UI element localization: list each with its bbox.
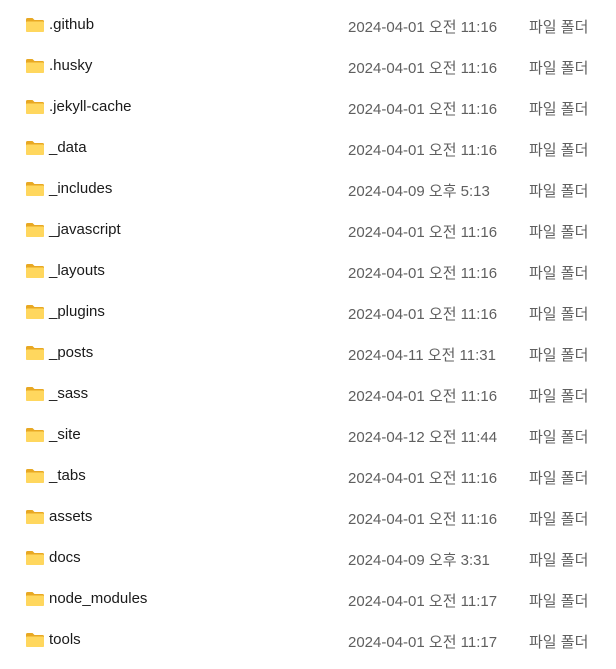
file-name[interactable]: .jekyll-cache — [49, 98, 132, 115]
file-row-0[interactable]: .github 2024-04-01 오전 11:16 파일 폴더 — [0, 5, 616, 46]
folder-icon — [25, 99, 45, 115]
file-type: 파일 폴더 — [529, 19, 589, 36]
date-modified: 2024-04-01 오전 11:16 — [348, 60, 498, 77]
folder-icon — [25, 263, 45, 279]
date-modified: 2024-04-01 오전 11:16 — [348, 265, 498, 282]
file-type: 파일 폴더 — [529, 347, 589, 364]
folder-icon — [25, 468, 45, 484]
date-modified: 2024-04-09 오후 3:31 — [348, 552, 490, 569]
file-type: 파일 폴더 — [529, 634, 589, 651]
file-row-13[interactable]: docs 2024-04-09 오후 3:31 파일 폴더 — [0, 538, 616, 579]
file-type: 파일 폴더 — [529, 552, 589, 569]
file-row-4[interactable]: _includes 2024-04-09 오후 5:13 파일 폴더 — [0, 169, 616, 210]
file-list: .github 2024-04-01 오전 11:16 파일 폴더 .husky… — [0, 5, 616, 661]
folder-icon — [25, 58, 45, 74]
file-name[interactable]: .github — [49, 16, 94, 33]
file-type: 파일 폴더 — [529, 511, 589, 528]
file-name[interactable]: _includes — [49, 180, 112, 197]
file-type: 파일 폴더 — [529, 593, 589, 610]
file-name[interactable]: node_modules — [49, 590, 147, 607]
file-row-11[interactable]: _tabs 2024-04-01 오전 11:16 파일 폴더 — [0, 456, 616, 497]
file-row-3[interactable]: _data 2024-04-01 오전 11:16 파일 폴더 — [0, 128, 616, 169]
date-modified: 2024-04-01 오전 11:17 — [348, 593, 498, 610]
file-type: 파일 폴더 — [529, 388, 589, 405]
folder-icon — [25, 550, 45, 566]
file-type: 파일 폴더 — [529, 470, 589, 487]
file-name[interactable]: docs — [49, 549, 81, 566]
file-type: 파일 폴더 — [529, 224, 589, 241]
date-modified: 2024-04-01 오전 11:17 — [348, 634, 498, 651]
date-modified: 2024-04-01 오전 11:16 — [348, 470, 498, 487]
file-name[interactable]: .husky — [49, 57, 92, 74]
file-row-2[interactable]: .jekyll-cache 2024-04-01 오전 11:16 파일 폴더 — [0, 87, 616, 128]
folder-icon — [25, 591, 45, 607]
folder-icon — [25, 181, 45, 197]
file-type: 파일 폴더 — [529, 101, 589, 118]
folder-icon — [25, 427, 45, 443]
file-name[interactable]: tools — [49, 631, 81, 648]
file-name[interactable]: assets — [49, 508, 92, 525]
folder-icon — [25, 632, 45, 648]
folder-icon — [25, 345, 45, 361]
file-type: 파일 폴더 — [529, 60, 589, 77]
folder-icon — [25, 17, 45, 33]
file-name[interactable]: _site — [49, 426, 81, 443]
file-row-14[interactable]: node_modules 2024-04-01 오전 11:17 파일 폴더 — [0, 579, 616, 620]
date-modified: 2024-04-01 오전 11:16 — [348, 511, 498, 528]
folder-icon — [25, 222, 45, 238]
date-modified: 2024-04-12 오전 11:44 — [348, 429, 498, 446]
file-row-12[interactable]: assets 2024-04-01 오전 11:16 파일 폴더 — [0, 497, 616, 538]
file-name[interactable]: _layouts — [49, 262, 105, 279]
file-name[interactable]: _sass — [49, 385, 88, 402]
file-row-15[interactable]: tools 2024-04-01 오전 11:17 파일 폴더 — [0, 620, 616, 661]
file-name[interactable]: _data — [49, 139, 87, 156]
file-type: 파일 폴더 — [529, 142, 589, 159]
date-modified: 2024-04-01 오전 11:16 — [348, 388, 498, 405]
file-type: 파일 폴더 — [529, 306, 589, 323]
file-name[interactable]: _javascript — [49, 221, 121, 238]
file-row-8[interactable]: _posts 2024-04-11 오전 11:31 파일 폴더 — [0, 333, 616, 374]
file-name[interactable]: _posts — [49, 344, 93, 361]
date-modified: 2024-04-01 오전 11:16 — [348, 224, 498, 241]
date-modified: 2024-04-01 오전 11:16 — [348, 142, 498, 159]
file-name[interactable]: _tabs — [49, 467, 86, 484]
file-row-10[interactable]: _site 2024-04-12 오전 11:44 파일 폴더 — [0, 415, 616, 456]
file-type: 파일 폴더 — [529, 429, 589, 446]
file-row-6[interactable]: _layouts 2024-04-01 오전 11:16 파일 폴더 — [0, 251, 616, 292]
folder-icon — [25, 386, 45, 402]
date-modified: 2024-04-01 오전 11:16 — [348, 306, 498, 323]
file-name[interactable]: _plugins — [49, 303, 105, 320]
file-type: 파일 폴더 — [529, 183, 589, 200]
date-modified: 2024-04-01 오전 11:16 — [348, 19, 498, 36]
file-row-9[interactable]: _sass 2024-04-01 오전 11:16 파일 폴더 — [0, 374, 616, 415]
date-modified: 2024-04-11 오전 11:31 — [348, 347, 496, 364]
file-row-1[interactable]: .husky 2024-04-01 오전 11:16 파일 폴더 — [0, 46, 616, 87]
folder-icon — [25, 140, 45, 156]
file-row-5[interactable]: _javascript 2024-04-01 오전 11:16 파일 폴더 — [0, 210, 616, 251]
file-type: 파일 폴더 — [529, 265, 589, 282]
date-modified: 2024-04-09 오후 5:13 — [348, 183, 490, 200]
date-modified: 2024-04-01 오전 11:16 — [348, 101, 498, 118]
folder-icon — [25, 304, 45, 320]
file-row-7[interactable]: _plugins 2024-04-01 오전 11:16 파일 폴더 — [0, 292, 616, 333]
folder-icon — [25, 509, 45, 525]
